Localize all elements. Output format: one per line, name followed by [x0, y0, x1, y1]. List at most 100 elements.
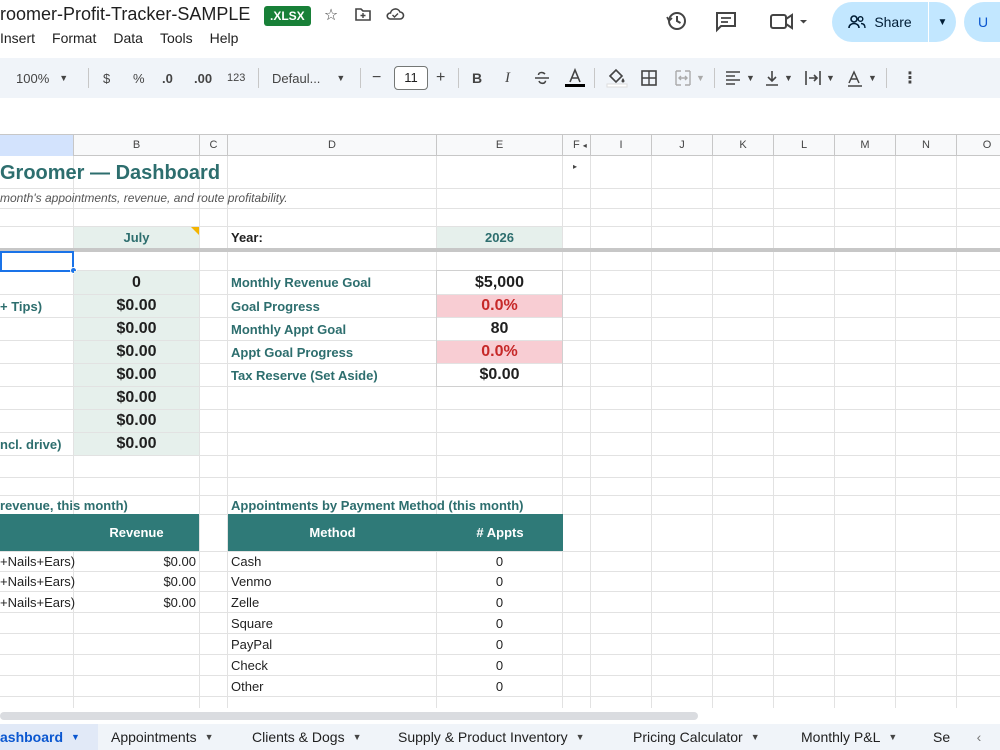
horizontal-align-icon[interactable]: ▼	[724, 58, 755, 98]
column-header-c[interactable]: C	[200, 135, 228, 156]
column-header-n[interactable]: N	[896, 135, 957, 156]
comment-indicator-icon[interactable]	[191, 227, 199, 235]
column-header-j[interactable]: J	[652, 135, 713, 156]
payment-count[interactable]: 0	[437, 592, 562, 612]
goal-value[interactable]: $5,000	[437, 271, 562, 294]
strikethrough-icon[interactable]	[533, 58, 551, 98]
percent-format-button[interactable]: %	[133, 58, 145, 98]
metric-value[interactable]: 0	[74, 271, 199, 294]
metric-label-drive[interactable]: ncl. drive)	[0, 433, 61, 455]
revenue-row-name[interactable]: +Nails+Ears)	[0, 572, 75, 591]
payment-count[interactable]: 0	[437, 572, 562, 591]
menu-tools[interactable]: Tools	[160, 30, 193, 46]
revenue-section-title[interactable]: revenue, this month)	[0, 496, 128, 514]
font-family-select[interactable]: Defaul... ▼	[272, 58, 345, 98]
metric-value[interactable]: $0.00	[74, 410, 199, 432]
more-options-icon[interactable]: ⋮	[902, 58, 918, 98]
metric-value[interactable]: $0.00	[74, 433, 199, 455]
tab-pricing-calculator[interactable]: Pricing Calculator ▼	[633, 724, 760, 750]
payment-count[interactable]: 0	[437, 552, 562, 571]
column-header-b[interactable]: B	[74, 135, 200, 156]
zoom-select[interactable]: 100% ▼	[16, 58, 68, 98]
revenue-row-name[interactable]: +Nails+Ears)	[0, 552, 75, 571]
dashboard-subtitle[interactable]: month's appointments, revenue, and route…	[0, 189, 288, 207]
goal-label[interactable]: Appt Goal Progress	[231, 341, 353, 363]
text-wrapping-icon[interactable]: ▼	[804, 58, 835, 98]
metric-value[interactable]: $0.00	[74, 387, 199, 409]
goal-value[interactable]: 80	[437, 318, 562, 340]
metric-value[interactable]: $0.00	[74, 341, 199, 363]
goal-progress-value[interactable]: 0.0%	[437, 295, 562, 317]
italic-button[interactable]: I	[505, 58, 510, 98]
revenue-row-name[interactable]: +Nails+Ears)	[0, 592, 75, 612]
decrease-decimal-button[interactable]: .0	[162, 58, 173, 98]
revenue-header-label[interactable]: Revenue	[74, 525, 199, 540]
revenue-row-value[interactable]: $0.00	[74, 592, 196, 612]
payment-count[interactable]: 0	[437, 634, 562, 654]
payment-method[interactable]: Cash	[231, 552, 261, 571]
star-icon[interactable]: ☆	[320, 5, 342, 27]
payment-method[interactable]: PayPal	[231, 634, 272, 654]
payment-method[interactable]: Square	[231, 613, 273, 633]
account-avatar[interactable]: U	[964, 2, 1000, 42]
payment-method[interactable]: Zelle	[231, 592, 259, 612]
tab-clients-dogs[interactable]: Clients & Dogs ▼	[252, 724, 362, 750]
column-header-l[interactable]: L	[774, 135, 835, 156]
dashboard-title[interactable]: Groomer — Dashboard	[0, 159, 220, 187]
metric-value[interactable]: $0.00	[74, 318, 199, 340]
menu-data[interactable]: Data	[113, 30, 143, 46]
revenue-row-value[interactable]: $0.00	[74, 572, 196, 591]
metric-value[interactable]: $0.00	[74, 295, 199, 317]
payment-method[interactable]: Check	[231, 655, 268, 675]
font-size-input[interactable]: 11	[394, 66, 428, 90]
goal-label[interactable]: Monthly Appt Goal	[231, 318, 346, 340]
payment-count[interactable]: 0	[437, 676, 562, 696]
scrollbar-thumb[interactable]	[0, 712, 698, 720]
column-header-o[interactable]: O	[957, 135, 1000, 156]
year-label[interactable]: Year:	[231, 227, 263, 248]
goal-value[interactable]: $0.00	[437, 364, 562, 386]
comments-icon[interactable]	[713, 8, 741, 36]
tab-more[interactable]: Se	[933, 724, 953, 750]
selected-cell[interactable]	[0, 251, 74, 272]
text-color-icon[interactable]	[564, 58, 586, 98]
menu-format[interactable]: Format	[52, 30, 96, 46]
frozen-row-divider[interactable]	[0, 248, 1000, 252]
metric-value[interactable]: $0.00	[74, 364, 199, 386]
payment-method[interactable]: Venmo	[231, 572, 271, 591]
column-header-m[interactable]: M	[835, 135, 896, 156]
goal-progress-value[interactable]: 0.0%	[437, 341, 562, 363]
share-dropdown-icon[interactable]: ▼	[928, 2, 956, 42]
payment-section-title[interactable]: Appointments by Payment Method (this mon…	[231, 496, 524, 514]
column-header-d[interactable]: D	[228, 135, 437, 156]
metric-label-tips[interactable]: + Tips)	[0, 295, 42, 317]
vertical-align-icon[interactable]: ▼	[764, 58, 793, 98]
borders-icon[interactable]	[640, 58, 658, 98]
document-title[interactable]: roomer-Profit-Tracker-SAMPLE	[0, 4, 250, 25]
payment-method[interactable]: Other	[231, 676, 264, 696]
month-cell[interactable]: July	[74, 227, 199, 248]
tab-monthly-pl[interactable]: Monthly P&L ▼	[801, 724, 897, 750]
currency-format-button[interactable]: $	[103, 58, 110, 98]
merge-cells-icon[interactable]: ▼	[674, 58, 705, 98]
bold-button[interactable]: B	[472, 58, 482, 98]
number-format-button[interactable]: 123	[227, 58, 245, 98]
column-header-a[interactable]	[0, 135, 74, 156]
menu-help[interactable]: Help	[210, 30, 239, 46]
share-button[interactable]: Share	[832, 2, 928, 42]
column-header-f[interactable]: F ◂ ▸	[563, 135, 591, 171]
column-header-i[interactable]: I	[591, 135, 652, 156]
cloud-status-icon[interactable]	[384, 5, 406, 27]
horizontal-scrollbar[interactable]	[0, 708, 1000, 724]
increase-font-size-button[interactable]: +	[436, 58, 445, 98]
menu-insert[interactable]: Insert	[0, 30, 35, 46]
tab-dashboard[interactable]: ashboard ▼	[0, 724, 98, 750]
goal-label[interactable]: Goal Progress	[231, 295, 320, 317]
text-rotation-icon[interactable]: ▼	[846, 58, 877, 98]
column-header-e[interactable]: E	[437, 135, 563, 156]
revenue-row-value[interactable]: $0.00	[74, 552, 196, 571]
column-header-k[interactable]: K	[713, 135, 774, 156]
goal-label[interactable]: Tax Reserve (Set Aside)	[231, 364, 378, 386]
payment-count[interactable]: 0	[437, 655, 562, 675]
version-history-icon[interactable]	[664, 8, 692, 36]
